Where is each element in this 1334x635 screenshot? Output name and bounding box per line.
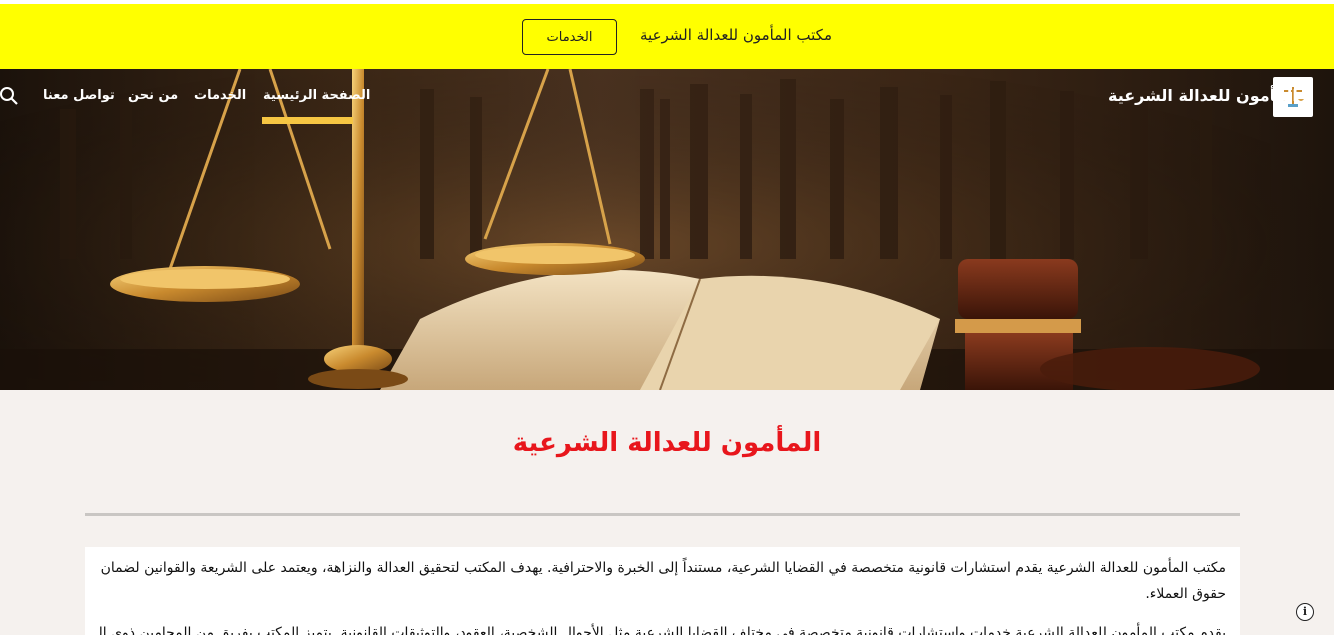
section-divider bbox=[85, 513, 1240, 516]
search-button[interactable] bbox=[0, 86, 18, 106]
nav-active-indicator bbox=[262, 117, 353, 124]
hero-banner: المأمون للعدالة الشرعية الصفحة الرئيسية … bbox=[0, 69, 1334, 390]
hero-image bbox=[0, 69, 1334, 390]
nav-about[interactable]: من نحن bbox=[128, 88, 178, 103]
announcement-bar: مكتب المأمون للعدالة الشرعية الخدمات bbox=[0, 4, 1334, 69]
page-title: المأمون للعدالة الشرعية bbox=[512, 428, 822, 458]
nav-home[interactable]: الصفحة الرئيسية bbox=[263, 88, 370, 103]
services-paragraph: يقدم مكتب المأمون للعدالة الشرعية خدمات … bbox=[99, 625, 1226, 635]
site-name[interactable]: المأمون للعدالة الشرعية bbox=[1108, 86, 1298, 105]
content-section: مكتب المأمون للعدالة الشرعية يقدم استشار… bbox=[85, 547, 1240, 635]
info-icon[interactable]: i bbox=[1296, 603, 1314, 621]
intro-paragraph: مكتب المأمون للعدالة الشرعية يقدم استشار… bbox=[100, 560, 1226, 602]
search-icon bbox=[0, 87, 18, 105]
announcement-text: مكتب المأمون للعدالة الشرعية bbox=[640, 26, 832, 44]
nav-services[interactable]: الخدمات bbox=[194, 88, 246, 103]
services-button[interactable]: الخدمات bbox=[522, 19, 617, 55]
nav-contact[interactable]: تواصل معنا bbox=[43, 88, 115, 103]
